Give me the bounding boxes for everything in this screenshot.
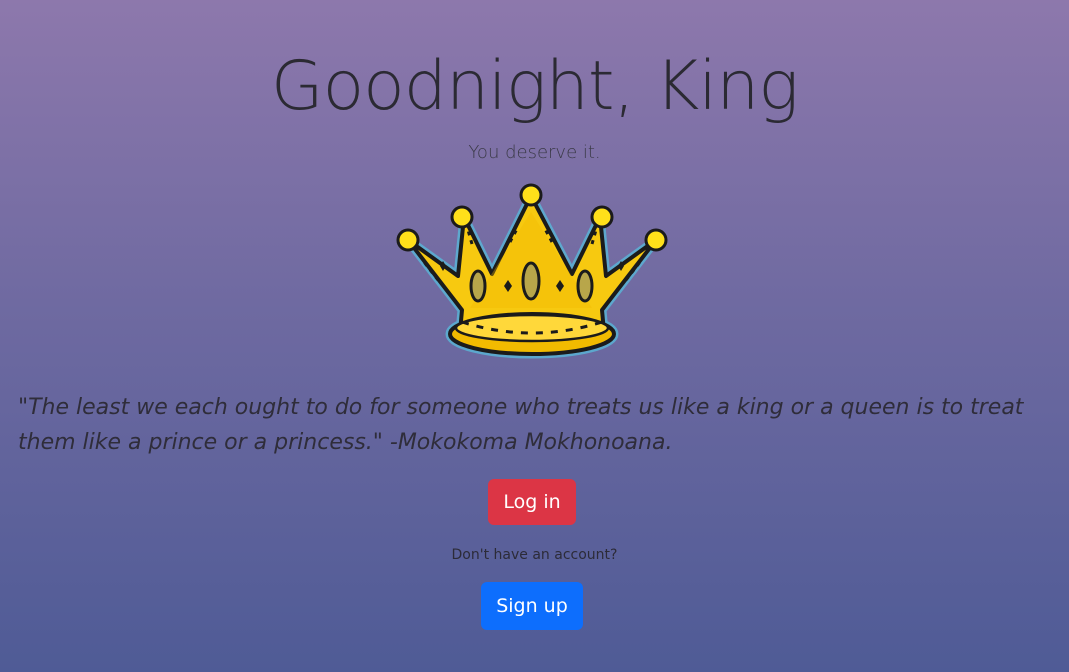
quote-text: "The least we each ought to do for someo… [18, 395, 1024, 455]
signup-button[interactable]: Sign up [481, 582, 583, 630]
crown-icon [396, 183, 668, 359]
no-account-text: Don't have an account? [451, 547, 618, 563]
page-title: Goodnight, King [270, 47, 799, 126]
login-button[interactable]: Log in [488, 479, 576, 525]
page-subtitle: You deserve it. [468, 142, 601, 163]
